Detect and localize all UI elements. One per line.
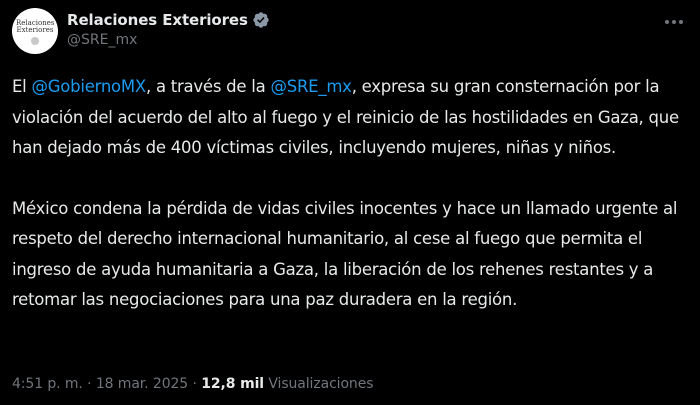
avatar-logo-text: Relaciones Exteriores bbox=[16, 19, 55, 34]
tweet-date[interactable]: 18 mar. 2025 bbox=[96, 376, 188, 392]
meta-separator: · bbox=[82, 376, 96, 392]
avatar[interactable]: Relaciones Exteriores bbox=[12, 8, 58, 54]
meta-separator: · bbox=[188, 376, 202, 392]
more-dot bbox=[665, 20, 669, 24]
tweet-text: El @GobiernoMX, a través de la @SRE_mx, … bbox=[12, 72, 692, 316]
more-dot bbox=[679, 20, 683, 24]
display-name-row: Relaciones Exteriores bbox=[67, 10, 270, 30]
author-info: Relaciones Exteriores @SRE_mx bbox=[67, 10, 270, 48]
text-segment: El bbox=[12, 77, 32, 96]
more-options-icon[interactable] bbox=[662, 16, 686, 28]
handle[interactable]: @SRE_mx bbox=[67, 32, 270, 48]
verified-badge-icon[interactable] bbox=[252, 11, 270, 29]
tweet-paragraph-1: El @GobiernoMX, a través de la @SRE_mx, … bbox=[12, 72, 692, 164]
tweet-header: Relaciones Exteriores Relaciones Exterio… bbox=[12, 8, 688, 58]
tweet-card: Relaciones Exteriores Relaciones Exterio… bbox=[0, 0, 700, 405]
mention-link-sre-mx[interactable]: @SRE_mx bbox=[270, 77, 351, 96]
avatar-seal-icon bbox=[31, 37, 39, 45]
views-count[interactable]: 12,8 mil bbox=[201, 376, 264, 392]
text-segment: , a través de la bbox=[145, 77, 271, 96]
mention-link-gobiernomx[interactable]: @GobiernoMX bbox=[32, 77, 147, 96]
views-label: Visualizaciones bbox=[268, 376, 374, 392]
more-dot bbox=[672, 20, 676, 24]
tweet-metadata: 4:51 p. m. · 18 mar. 2025 · 12,8 mil Vis… bbox=[12, 376, 374, 392]
tweet-time[interactable]: 4:51 p. m. bbox=[12, 376, 83, 392]
display-name[interactable]: Relaciones Exteriores bbox=[67, 11, 248, 29]
tweet-paragraph-2: México condena la pérdida de vidas civil… bbox=[12, 198, 678, 310]
